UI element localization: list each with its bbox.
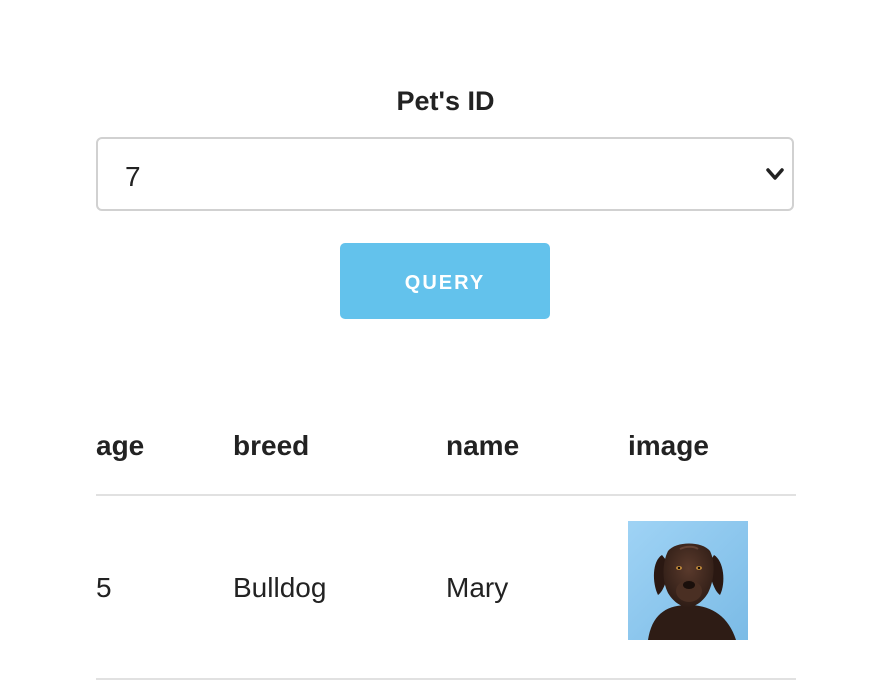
- cell-breed: Bulldog: [233, 572, 327, 603]
- dog-photo-image: [628, 521, 748, 640]
- pet-id-select[interactable]: 7: [96, 137, 794, 211]
- query-button[interactable]: QUERY: [340, 243, 550, 319]
- table-header-divider: [96, 494, 796, 496]
- column-header-breed: breed: [233, 430, 310, 461]
- column-header-image: image: [628, 430, 709, 461]
- column-header-age: age: [96, 430, 145, 461]
- column-header-name: name: [446, 430, 520, 461]
- pet-id-selected-value: 7: [125, 161, 141, 192]
- cell-name: Mary: [446, 572, 509, 603]
- pet-photo: [628, 521, 748, 640]
- chevron-down-icon: [766, 168, 784, 180]
- pet-id-label: Pet's ID: [396, 86, 495, 116]
- cell-age: 5: [96, 572, 112, 603]
